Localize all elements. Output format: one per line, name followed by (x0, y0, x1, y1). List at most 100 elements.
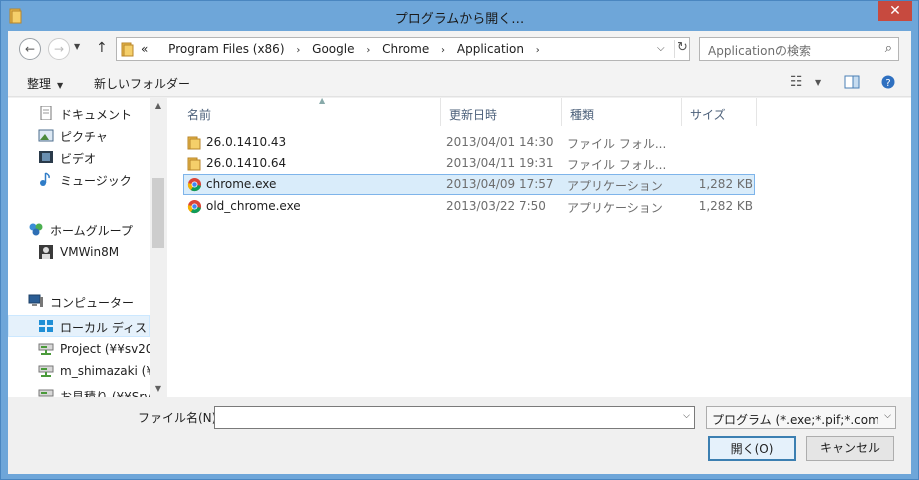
folder-icon (121, 42, 134, 57)
nav-item-homegroup[interactable]: ホームグループ (8, 218, 150, 240)
nav-item-label: ドキュメント (60, 108, 133, 122)
nav-item-label: お見積り (¥¥Srv (60, 390, 150, 397)
title-bar[interactable]: プログラムから開く… ✕ (1, 1, 918, 31)
file-name: 26.0.1410.64 (206, 156, 287, 170)
cancel-button[interactable]: キャンセル (806, 436, 894, 461)
chevron-down-icon[interactable]: ⌵ (683, 411, 690, 421)
help-icon[interactable]: ? (881, 75, 895, 89)
folder-icon (187, 157, 201, 171)
nav-item-music[interactable]: ミュージック (8, 168, 150, 190)
window-title: プログラムから開く… (394, 12, 525, 27)
nav-item-pictures[interactable]: ピクチャ (8, 124, 150, 146)
user-icon (39, 245, 53, 259)
breadcrumb: « Program Files (x86) › Google › Chrome … (141, 42, 548, 56)
file-type: アプリケーション (567, 179, 663, 193)
nav-item-label: コンピューター (50, 296, 135, 310)
nav-item-documents[interactable]: ドキュメント (8, 102, 150, 124)
nav-item-label: ピクチャ (60, 130, 108, 144)
scroll-down-icon[interactable]: ▼ (150, 381, 166, 397)
nav-item-label: ローカル ディス (60, 321, 147, 335)
recent-locations-dropdown[interactable]: ▼ (74, 42, 80, 51)
chrome-icon (187, 199, 202, 214)
bottom-panel: ファイル名(N): ⌵ プログラム (*.exe;*.pif;*.com;* ⌵… (8, 397, 911, 474)
file-name: chrome.exe (206, 177, 277, 191)
file-name: old_chrome.exe (206, 199, 301, 213)
file-type-filter[interactable]: プログラム (*.exe;*.pif;*.com;* ⌵ (706, 406, 896, 429)
open-button[interactable]: 開く(O) (708, 436, 796, 461)
nav-item-label: VMWin8M (60, 245, 120, 259)
scroll-up-icon[interactable]: ▲ (150, 98, 166, 114)
network-drive-icon (38, 365, 54, 377)
file-row[interactable]: 26.0.1410.64 2013/04/11 19:31 ファイル フォル..… (183, 153, 755, 174)
new-folder-button[interactable]: 新しいフォルダー (94, 75, 190, 92)
search-input[interactable]: Applicationの検索 (708, 42, 811, 59)
organize-button[interactable]: 整理 ▼ (27, 75, 63, 92)
music-icon (40, 172, 50, 186)
address-row: ← → ▼ ↑ « Program Files (x86) › Google ›… (8, 31, 911, 67)
breadcrumb-program-files[interactable]: Program Files (x86) (168, 42, 284, 56)
up-button[interactable]: ↑ (96, 40, 108, 56)
forward-button[interactable]: → (48, 38, 70, 60)
file-size: 1,282 KB (698, 199, 753, 213)
column-label: 名前 (187, 108, 212, 122)
nav-item-label: ビデオ (60, 152, 97, 166)
back-button[interactable]: ← (19, 38, 41, 60)
file-type: ファイル フォル... (567, 158, 667, 172)
chevron-right-icon[interactable]: › (296, 45, 300, 56)
filename-input[interactable]: ⌵ (214, 406, 695, 429)
scrollbar-thumb[interactable] (152, 178, 164, 248)
refresh-icon[interactable]: ↻ (674, 40, 690, 58)
open-with-dialog: プログラムから開く… ✕ ← → ▼ ↑ « Program Files (x8… (0, 0, 919, 480)
file-modified: 2013/03/22 7:50 (446, 199, 546, 213)
nav-item-project[interactable]: Project (¥¥sv20 (8, 338, 150, 360)
network-drive-icon (38, 343, 54, 355)
breadcrumb-chrome[interactable]: Chrome (382, 42, 429, 56)
chevron-right-icon[interactable]: › (366, 45, 370, 56)
search-icon[interactable]: ⌕ (885, 41, 892, 56)
view-dropdown-icon[interactable]: ▼ (815, 78, 821, 87)
chevron-down-icon[interactable]: ⌵ (884, 411, 891, 421)
nav-item-computer[interactable]: コンピューター (8, 290, 150, 312)
column-header-modified[interactable]: 更新日時 (441, 98, 562, 126)
file-type: ファイル フォル... (567, 137, 667, 151)
file-row[interactable]: old_chrome.exe 2013/03/22 7:50 アプリケーション … (183, 196, 755, 217)
preview-pane-icon[interactable] (844, 75, 860, 89)
column-header-size[interactable]: サイズ (682, 98, 757, 126)
chevron-right-icon[interactable]: › (441, 45, 445, 56)
network-drive-icon (38, 389, 54, 397)
breadcrumb-google[interactable]: Google (312, 42, 354, 56)
file-row[interactable]: 26.0.1410.43 2013/04/01 14:30 ファイル フォル..… (183, 132, 755, 153)
nav-item-vmwin8m[interactable]: VMWin8M (8, 241, 150, 263)
file-size: 1,282 KB (698, 177, 753, 191)
navigation-pane: ドキュメント ピクチャ ビデオ ミュージック ホームグループ VMWin8M コ… (8, 98, 166, 397)
nav-item-label: ホームグループ (50, 224, 133, 238)
column-label: サイズ (690, 108, 726, 122)
nav-item-label: m_shimazaki (¥ (60, 364, 150, 378)
nav-scrollbar[interactable]: ▲ ▼ (150, 98, 166, 397)
nav-item-estimates[interactable]: お見積り (¥¥Srv (8, 384, 150, 397)
breadcrumb-application[interactable]: Application (457, 42, 524, 56)
column-header-name[interactable]: 名前 ▲ (179, 96, 441, 126)
nav-item-m-shimazaki[interactable]: m_shimazaki (¥ (8, 360, 150, 382)
breadcrumb-overflow[interactable]: « (141, 42, 148, 56)
nav-item-label: ミュージック (60, 174, 132, 188)
chrome-icon (187, 177, 202, 192)
column-label: 種類 (570, 108, 595, 122)
file-list: 名前 ▲ 更新日時 種類 サイズ 26.0.1410.43 2013/04/01… (167, 96, 911, 397)
nav-item-label: Project (¥¥sv20 (60, 342, 150, 356)
close-button[interactable]: ✕ (878, 1, 912, 21)
file-row-selected[interactable]: chrome.exe 2013/04/09 17:57 アプリケーション 1,2… (183, 174, 755, 195)
nav-item-local-disk[interactable]: ローカル ディス (8, 315, 150, 337)
file-modified: 2013/04/01 14:30 (446, 135, 554, 149)
file-name: 26.0.1410.43 (206, 135, 287, 149)
chevron-down-icon[interactable]: ⌵ (657, 43, 665, 54)
file-type: アプリケーション (567, 201, 663, 215)
column-header-type[interactable]: 種類 (562, 98, 682, 126)
address-bar[interactable]: « Program Files (x86) › Google › Chrome … (116, 37, 690, 61)
file-type-filter-value: プログラム (*.exe;*.pif;*.com;* (712, 413, 878, 427)
search-box[interactable]: Applicationの検索 ⌕ (699, 37, 899, 61)
sort-ascending-icon: ▲ (319, 96, 326, 105)
chevron-right-icon[interactable]: › (536, 45, 540, 56)
nav-item-videos[interactable]: ビデオ (8, 146, 150, 168)
view-options-icon[interactable]: ☷ (790, 74, 803, 90)
